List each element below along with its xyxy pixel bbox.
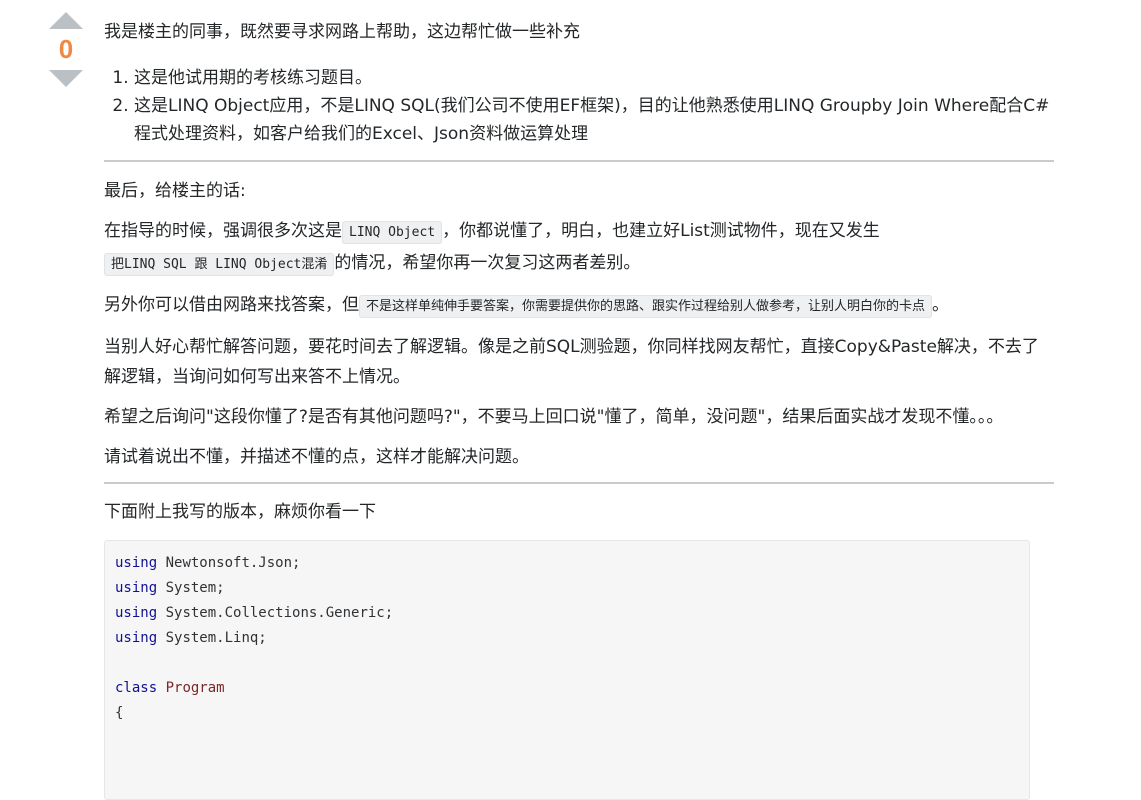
inline-code: 把LINQ SQL 跟 LINQ Object混淆 (104, 253, 335, 276)
inline-code: 不是这样单纯伸手要答案，你需要提供你的思路、跟实作过程给别人做参考，让别人明白你… (359, 295, 933, 318)
intro-text: 我是楼主的同事，既然要寻求网路上帮助，这边帮忙做一些补充 (104, 22, 580, 42)
vote-score: 0 (58, 34, 74, 64)
inline-code: LINQ Object (342, 221, 443, 244)
code-block[interactable]: using Newtonsoft.Json; using System; usi… (104, 540, 1030, 800)
code-text: System.Collections.Generic; (157, 605, 394, 621)
text: 。 (932, 295, 950, 315)
code-line: using System.Linq; (115, 626, 1019, 651)
keyword: using (115, 555, 158, 571)
text: 另外你可以借由网路来找答案，但 (104, 295, 359, 315)
upvote-arrow-icon[interactable] (49, 12, 83, 29)
answer-body: 我是楼主的同事，既然要寻求网路上帮助，这边帮忙做一些补充 这是他试用期的考核练习… (104, 18, 1054, 800)
class-name: Program (165, 680, 225, 696)
keyword: using (115, 580, 158, 596)
downvote-arrow-icon[interactable] (49, 70, 83, 87)
paragraph-guidance: 在指导的时候，强调很多次这是 LINQ Object ，你都说懂了，明白，也建立好L… (104, 216, 1054, 280)
vote-panel: 0 (48, 12, 84, 87)
divider (104, 160, 1054, 162)
numbered-list: 这是他试用期的考核练习题目。 这是LINQ Object应用，不是LINQ SQ… (104, 64, 1054, 148)
code-line: using System.Collections.Generic; (115, 601, 1019, 626)
code-text: Newtonsoft.Json; (157, 555, 301, 571)
text: ，你都说懂了，明白，也建立好List测试物件，现在又发生 (442, 221, 880, 241)
divider (104, 482, 1054, 484)
keyword: class (115, 680, 158, 696)
paragraph-search: 另外你可以借由网路来找答案，但 不是这样单纯伸手要答案，你需要提供你的思路、跟实作… (104, 290, 1054, 322)
closing-heading: 最后，给楼主的话: (104, 181, 246, 201)
code-line: { (115, 701, 1019, 726)
code-text: System.Linq; (157, 630, 267, 646)
code-text: { (115, 705, 124, 721)
code-line: using System; (115, 576, 1019, 601)
keyword: using (115, 605, 158, 621)
code-text: System; (157, 580, 225, 596)
code-line: using Newtonsoft.Json; (115, 551, 1019, 576)
attach-text: 下面附上我写的版本，麻烦你看一下 (104, 502, 376, 522)
paragraph-questions: 希望之后询问"这段你懂了?是否有其他问题吗?"，不要马上回口说"懂了，简单，没问… (104, 407, 1004, 427)
paragraph-logic: 当别人好心帮忙解答问题，要花时间去了解逻辑。像是之前SQL测验题，你同样找网友帮… (104, 337, 1039, 387)
text: 在指导的时候，强调很多次这是 (104, 221, 342, 241)
list-item: 这是LINQ Object应用，不是LINQ SQL(我们公司不使用EF框架)，… (134, 92, 1054, 148)
list-item: 这是他试用期的考核练习题目。 (134, 64, 1054, 92)
text: 的情况，希望你再一次复习这两者差别。 (334, 253, 641, 273)
code-line: class Program (115, 676, 1019, 701)
paragraph-solve: 请试着说出不懂，并描述不懂的点，这样才能解决问题。 (104, 447, 529, 467)
keyword: using (115, 630, 158, 646)
